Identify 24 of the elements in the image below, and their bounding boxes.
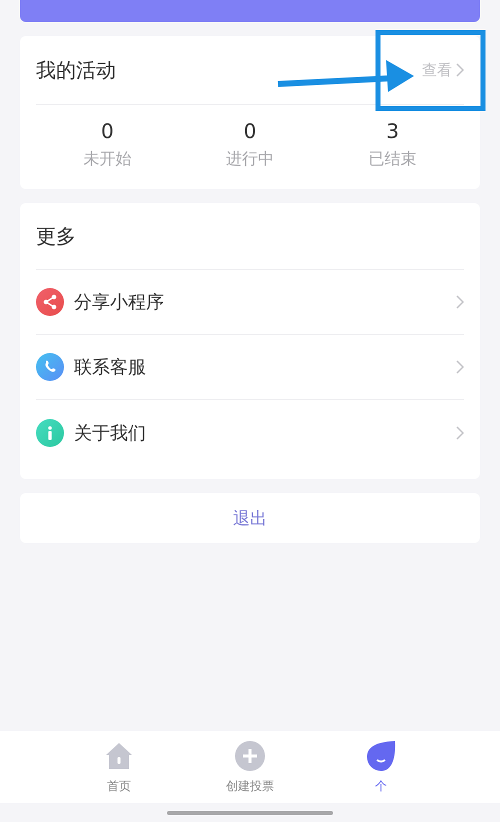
- stat-value: 0: [100, 119, 114, 143]
- info-icon: [36, 418, 64, 446]
- section-title: 更多: [36, 222, 76, 250]
- stat-value: 0: [244, 119, 256, 143]
- menu-item[interactable]: 关于我们: [36, 400, 464, 465]
- stat-label: 未开始: [83, 149, 132, 170]
- plus-icon: [234, 740, 266, 772]
- smile-icon: [365, 740, 397, 772]
- tab[interactable]: 个: [316, 731, 446, 803]
- share-icon: [36, 288, 64, 316]
- menu-item[interactable]: 联系客服: [36, 335, 464, 400]
- tab[interactable]: 首页: [54, 731, 184, 803]
- menu-item[interactable]: 分享小程序: [36, 270, 464, 335]
- stat-label: 进行中: [226, 149, 274, 170]
- chevron-icon: [456, 426, 464, 440]
- section-title: 我的活动: [36, 56, 116, 84]
- stat-label: 已结束: [368, 149, 417, 170]
- chevron-icon: [456, 360, 464, 374]
- tab[interactable]: 创建投票: [184, 731, 316, 803]
- chevron-icon: [456, 295, 464, 309]
- logout-button[interactable]: 退出: [20, 493, 480, 543]
- stat-value: 3: [386, 119, 399, 143]
- chevron-icon: [456, 63, 464, 77]
- phone-icon: [36, 353, 64, 381]
